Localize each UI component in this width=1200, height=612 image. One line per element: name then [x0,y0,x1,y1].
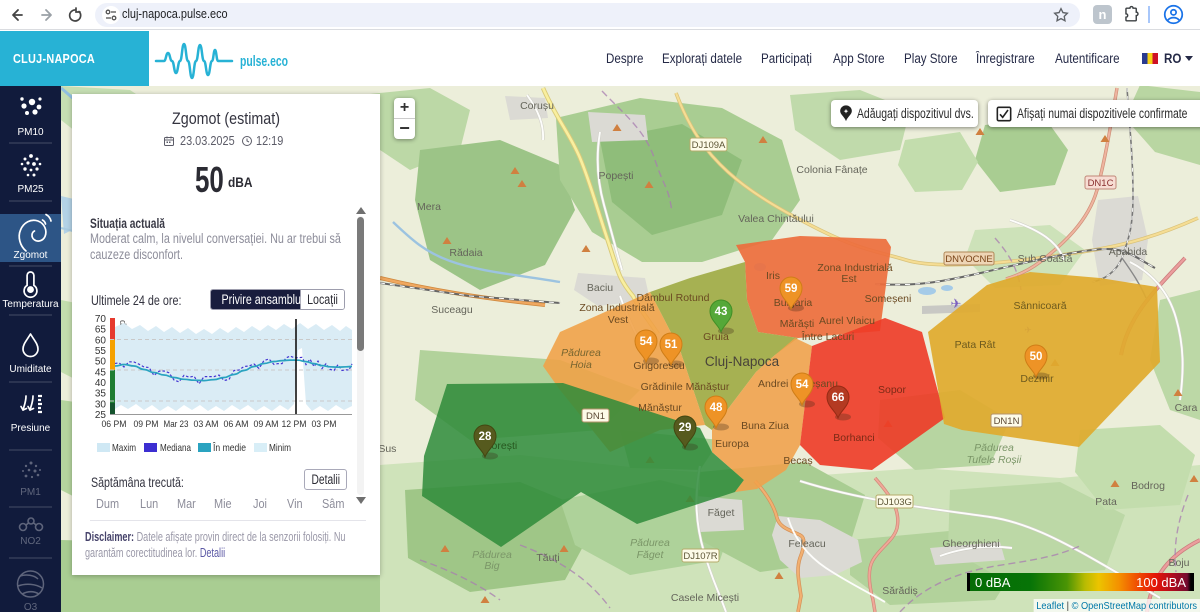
svg-text:Buna Ziua: Buna Ziua [741,420,789,432]
svg-text:Rădaia: Rădaia [449,247,482,259]
svg-text:45: 45 [95,367,107,378]
svg-text:60: 60 [95,335,107,346]
svg-text:Cluj-Napoca: Cluj-Napoca [705,354,780,369]
svg-text:Iris: Iris [766,270,780,282]
svg-text:Casele Micești: Casele Micești [671,592,739,604]
svg-text:Big: Big [484,560,499,572]
svg-text:55: 55 [95,346,107,357]
svg-text:Zona Industrială: Zona Industrială [817,262,892,274]
svg-text:03 AM: 03 AM [194,419,219,430]
svg-text:Gheorghieni: Gheorghieni [942,538,999,550]
svg-text:12 PM: 12 PM [282,419,307,430]
svg-text:43: 43 [715,306,728,318]
svg-text:DN1: DN1 [586,411,605,422]
svg-text:Temperatura: Temperatura [2,299,59,310]
svg-text:Valea Chintăului: Valea Chintăului [738,213,814,225]
svg-text:NO2: NO2 [20,536,41,547]
svg-text:Suceagu: Suceagu [431,304,473,316]
svg-text:Sub Coastă: Sub Coastă [1018,253,1073,265]
svg-text:54: 54 [796,379,809,391]
svg-text:DN1C: DN1C [1088,178,1114,189]
svg-text:Mera: Mera [417,201,441,213]
svg-text:Pădurea: Pădurea [974,442,1014,454]
svg-text:Mărăști: Mărăști [780,318,814,330]
svg-text:66: 66 [832,392,845,404]
svg-text:06 AM: 06 AM [224,419,249,430]
svg-text:Feleacu: Feleacu [788,538,826,550]
svg-text:Între Lacuri: Între Lacuri [801,330,855,343]
svg-text:Făget: Făget [637,549,665,561]
svg-text:28: 28 [479,431,492,443]
svg-text:54: 54 [640,336,653,348]
svg-text:Popești: Popești [598,170,633,182]
svg-text:Mar 23: Mar 23 [164,419,189,430]
svg-text:70: 70 [95,314,107,325]
svg-text:65: 65 [95,325,107,336]
svg-text:06 PM: 06 PM [102,419,127,430]
svg-text:Pădurea: Pădurea [561,347,601,359]
svg-text:Colonia Fânațe: Colonia Fânațe [796,164,867,176]
svg-text:Minim: Minim [269,442,291,454]
svg-text:50: 50 [1030,351,1043,363]
svg-text:Becaș: Becaș [783,455,812,467]
svg-text:Corușu: Corușu [520,100,554,112]
svg-text:Zona Industrială: Zona Industrială [579,302,654,314]
svg-text:Aurel Vlaicu: Aurel Vlaicu [819,315,875,327]
svg-text:Grădinile Mănăștur: Grădinile Mănăștur [641,381,730,393]
svg-text:Boju: Boju [1168,557,1189,569]
svg-text:29: 29 [679,422,692,434]
svg-text:48: 48 [710,402,723,414]
svg-text:Mănăștur: Mănăștur [638,402,682,414]
svg-text:35: 35 [95,389,107,400]
svg-text:Făget: Făget [708,507,735,519]
svg-text:59: 59 [785,283,798,295]
svg-text:Tufele Roșii: Tufele Roșii [967,454,1022,466]
svg-text:pulse.eco: pulse.eco [240,53,288,70]
svg-text:DJ107R: DJ107R [683,551,717,562]
svg-text:Europa: Europa [715,438,749,450]
svg-text:Bodrog: Bodrog [1131,480,1165,492]
svg-text:30: 30 [95,399,107,410]
svg-text:51: 51 [665,339,678,351]
svg-text:PM1: PM1 [20,487,41,498]
svg-text:Pata: Pata [1095,496,1117,508]
svg-text:Someșeni: Someșeni [865,293,912,305]
svg-text:40: 40 [95,378,107,389]
svg-text:PM10: PM10 [17,127,44,138]
svg-text:În medie: În medie [212,441,246,454]
svg-text:Apahida: Apahida [1109,246,1148,258]
svg-text:Sopor: Sopor [878,384,907,396]
svg-text:DN1N: DN1N [994,416,1020,427]
svg-text:PM25: PM25 [17,184,44,195]
svg-text:O3: O3 [24,602,38,612]
svg-text:Sărădiș: Sărădiș [882,585,918,597]
svg-text:09 AM: 09 AM [254,419,279,430]
svg-text:50: 50 [95,357,107,368]
svg-text:DNVOCNE: DNVOCNE [945,254,993,265]
svg-text:Maxim: Maxim [112,442,136,454]
svg-text:Sânnicoară: Sânnicoară [1013,300,1066,312]
svg-text:Baciu: Baciu [587,282,613,294]
svg-text:Vest: Vest [608,314,629,326]
svg-text:Zgomot: Zgomot [14,250,48,261]
svg-text:Pădurea: Pădurea [630,537,670,549]
svg-text:Tăuți: Tăuți [536,552,559,564]
svg-text:Borhanci: Borhanci [833,432,874,444]
svg-text:03 PM: 03 PM [312,419,337,430]
svg-text:Umiditate: Umiditate [9,364,52,375]
svg-text:Hoia: Hoia [570,359,592,371]
svg-text:Presiune: Presiune [11,423,51,434]
svg-text:DJ103G: DJ103G [877,497,912,508]
svg-text:Cara: Cara [1175,402,1198,414]
svg-text:Est: Est [841,273,856,285]
svg-text:Mediana: Mediana [160,442,191,454]
svg-text:DJ109A: DJ109A [692,140,726,151]
svg-text:Pata Rât: Pata Rât [955,339,996,351]
svg-text:09 PM: 09 PM [134,419,159,430]
